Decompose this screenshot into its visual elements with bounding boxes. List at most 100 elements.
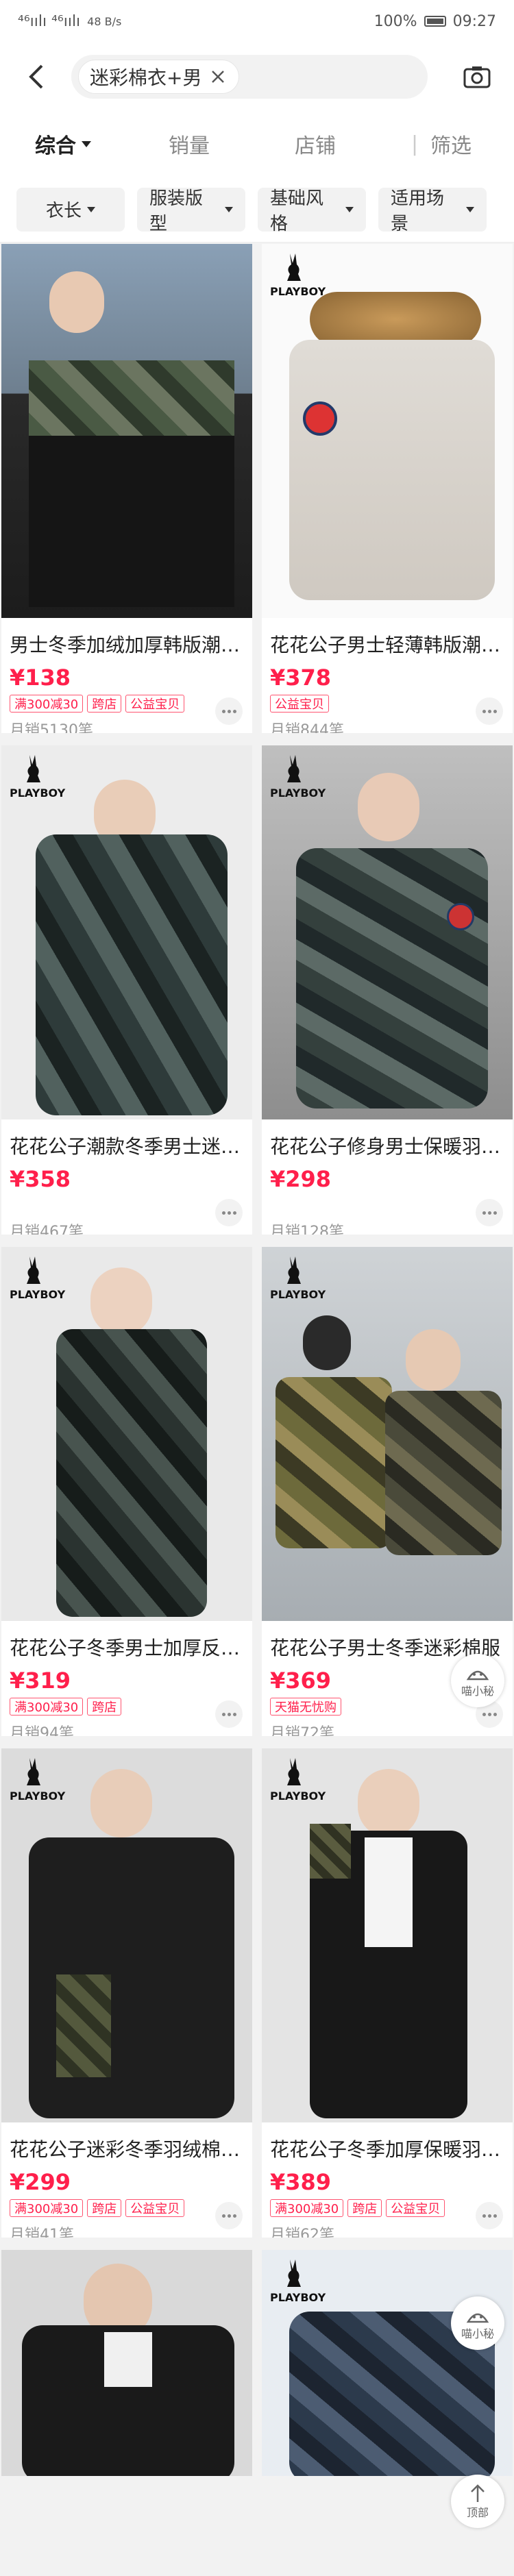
product-card[interactable]: PLAYBOY 花花公子修身男士保暖羽绒服 ¥298 月销128笔	[262, 745, 513, 1235]
product-price: ¥298	[270, 1166, 332, 1192]
product-price: ¥358	[10, 1166, 71, 1192]
assistant-button-2[interactable]: 喵小秘	[451, 2296, 504, 2350]
filter-row: 衣长 服装版型 基础风格 适用场景	[0, 177, 514, 243]
search-box[interactable]: 迷彩棉衣+男	[71, 55, 428, 99]
product-image[interactable]: PLAYBOY	[262, 1247, 513, 1621]
tab-overall[interactable]: 综合	[3, 129, 123, 159]
network-speed: 48 B/s	[87, 14, 122, 28]
more-dots-icon	[221, 709, 225, 713]
more-options-button[interactable]	[215, 697, 243, 725]
product-sales: 月销41笔	[10, 2227, 74, 2238]
more-options-button[interactable]	[476, 697, 503, 725]
more-dots-icon	[221, 1712, 225, 1716]
tab-filter[interactable]: | 筛选	[381, 129, 502, 159]
back-to-top-button[interactable]: 顶部	[451, 2475, 504, 2528]
product-sales: 月销62笔	[270, 2227, 334, 2238]
bunny-icon	[27, 1256, 40, 1284]
tab-filter-label: 筛选	[430, 134, 472, 158]
more-options-button[interactable]	[215, 1199, 243, 1226]
product-tag: 满300减30	[270, 2199, 344, 2217]
tab-shop[interactable]: 店铺	[255, 129, 376, 159]
product-sales: 月销467笔	[10, 1224, 84, 1235]
more-options-button[interactable]	[476, 1199, 503, 1226]
assistant-icon	[466, 1670, 489, 1681]
product-card[interactable]: PLAYBOY 花花公子男士轻薄韩版潮流羽绒服 ¥378 公益宝贝 月销844笔	[262, 244, 513, 733]
camera-search-button[interactable]	[458, 58, 496, 96]
search-header: 迷彩棉衣+男	[0, 42, 514, 111]
product-card[interactable]: PLAYBOY 花花公子潮款冬季男士迷彩棉衣 ¥358 月销467笔	[1, 745, 252, 1235]
product-card[interactable]: PLAYBOY	[262, 2250, 513, 2476]
more-options-button[interactable]	[476, 2202, 503, 2229]
query-chip[interactable]: 迷彩棉衣+男	[78, 60, 240, 94]
assistant-label: 喵小秘	[461, 2327, 494, 2340]
bunny-icon	[287, 253, 301, 281]
product-card[interactable]: PLAYBOY 花花公子冬季加厚保暖羽绒服 ¥389 满300减30 跨店 公益…	[262, 1748, 513, 2238]
more-dots-icon	[482, 709, 486, 713]
brand-text: PLAYBOY	[10, 787, 66, 800]
product-price: ¥138	[10, 665, 71, 691]
signal-indicator: ⁴⁶ıılı ⁴⁶ıılı	[18, 12, 81, 30]
product-sales: 月销128笔	[270, 1224, 344, 1235]
brand-text: PLAYBOY	[10, 1288, 66, 1301]
product-tag: 满300减30	[10, 2199, 84, 2217]
product-tag: 公益宝贝	[270, 695, 329, 713]
product-image[interactable]: PLAYBOY	[1, 1247, 252, 1621]
more-dots-icon	[227, 2214, 231, 2218]
product-image[interactable]	[1, 2250, 252, 2476]
playboy-logo: PLAYBOY	[10, 1254, 66, 1301]
close-icon	[212, 71, 225, 83]
bunny-icon	[287, 1758, 301, 1785]
arrow-up-icon	[471, 2484, 485, 2502]
playboy-logo: PLAYBOY	[10, 1755, 65, 1803]
more-dots-icon	[487, 1211, 491, 1215]
product-tag: 公益宝贝	[386, 2199, 445, 2217]
bunny-icon	[27, 755, 40, 782]
product-card[interactable]: PLAYBOY 花花公子迷彩冬季羽绒棉服男 ¥299 满300减30 跨店 公益…	[1, 1748, 252, 2238]
more-dots-icon	[487, 709, 491, 713]
product-tag: 满300减30	[10, 695, 84, 713]
back-button[interactable]	[16, 58, 55, 96]
assistant-button[interactable]: 喵小秘	[451, 1654, 504, 1707]
product-image[interactable]: PLAYBOY	[1, 1748, 252, 2122]
product-tag: 跨店	[347, 2199, 382, 2217]
clear-query-button[interactable]	[208, 67, 228, 86]
dropdown-arrow-icon	[82, 140, 91, 147]
query-chip-label: 迷彩棉衣+男	[90, 66, 202, 89]
filter-style[interactable]: 基础风格	[258, 187, 366, 234]
assistant-label: 喵小秘	[461, 1685, 494, 1698]
bunny-icon	[287, 2259, 301, 2287]
product-tag: 跨店	[87, 1698, 122, 1716]
product-image[interactable]: PLAYBOY	[262, 745, 513, 1119]
playboy-logo: PLAYBOY	[270, 1755, 326, 1803]
product-title: 男士冬季加绒加厚韩版潮流迷彩外套	[10, 634, 252, 656]
filter-fit[interactable]: 服装版型	[137, 187, 245, 234]
product-sales: 月销94笔	[10, 1725, 74, 1736]
product-card[interactable]	[1, 2250, 252, 2476]
filter-scene[interactable]: 适用场景	[378, 187, 487, 234]
more-options-button[interactable]	[215, 1700, 243, 1728]
product-card[interactable]: 男士冬季加绒加厚韩版潮流迷彩外套 ¥138 满300减30 跨店 公益宝贝 月销…	[1, 244, 252, 733]
filter-scene-label: 适用场景	[391, 188, 445, 234]
product-image[interactable]: PLAYBOY	[262, 244, 513, 618]
filter-length[interactable]: 衣长	[16, 187, 125, 232]
tab-overall-label: 综合	[35, 134, 76, 158]
product-tag: 公益宝贝	[125, 2199, 185, 2217]
playboy-logo: PLAYBOY	[270, 2257, 326, 2304]
product-image[interactable]: PLAYBOY	[1, 745, 252, 1119]
product-tag: 公益宝贝	[125, 695, 185, 713]
tab-sales[interactable]: 销量	[129, 129, 249, 159]
more-options-button[interactable]	[215, 2202, 243, 2229]
product-image[interactable]: PLAYBOY	[262, 2250, 513, 2476]
product-sales: 月销5130笔	[10, 722, 93, 733]
more-dots-icon	[232, 1211, 236, 1215]
product-tag: 天猫无忧购	[270, 1698, 341, 1716]
product-card[interactable]: PLAYBOY 花花公子冬季男士加厚反季外套 ¥319 满300减30 跨店 月…	[1, 1247, 252, 1736]
more-dots-icon	[487, 1712, 491, 1716]
product-image[interactable]: PLAYBOY	[262, 1748, 513, 2122]
more-dots-icon	[493, 709, 497, 713]
dropdown-arrow-icon	[225, 206, 233, 212]
product-image[interactable]	[1, 244, 252, 618]
back-to-top-label: 顶部	[466, 2506, 489, 2519]
filter-style-label: 基础风格	[270, 188, 324, 234]
bunny-icon	[287, 755, 301, 782]
